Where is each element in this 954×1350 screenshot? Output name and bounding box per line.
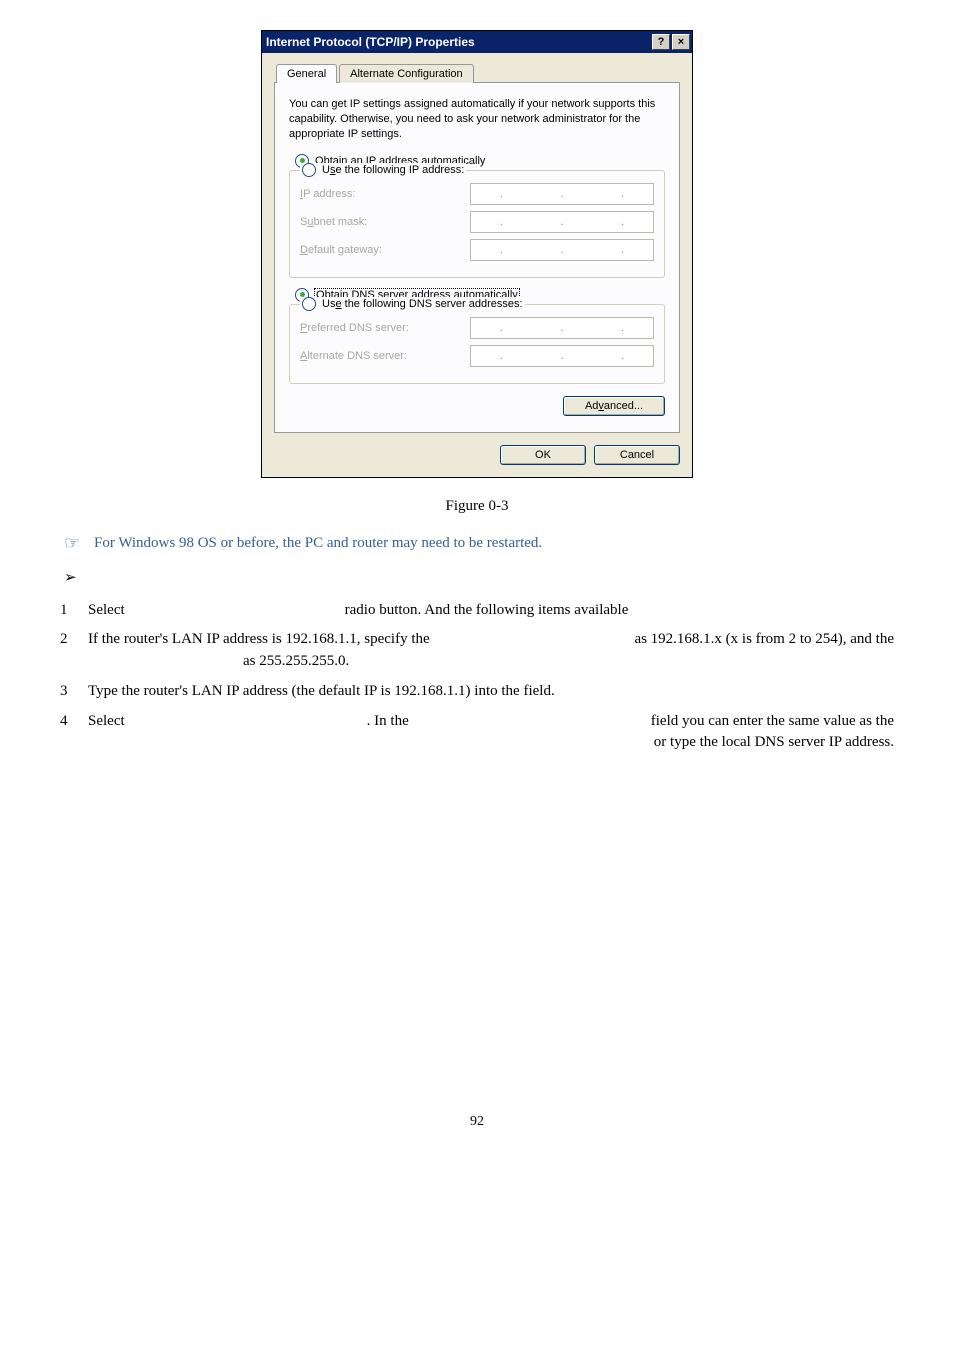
close-icon: ×: [678, 36, 684, 48]
label-default-gateway: Default gateway:: [300, 244, 470, 256]
figure-caption: Figure 0-3: [60, 498, 894, 515]
input-ip-address[interactable]: ...: [470, 183, 654, 205]
page-number: 92: [60, 1114, 894, 1130]
radio-label: Use the following DNS server addresses:: [322, 298, 523, 310]
help-button[interactable]: ?: [652, 34, 670, 50]
tcpip-properties-dialog: Internet Protocol (TCP/IP) Properties ? …: [261, 30, 693, 478]
advanced-button[interactable]: Advanced...: [563, 396, 665, 416]
tab-general[interactable]: General: [276, 64, 337, 83]
step-3: 3 Type the router's LAN IP address (the …: [60, 681, 894, 703]
tab-alternate[interactable]: Alternate Configuration: [339, 64, 474, 83]
input-preferred-dns[interactable]: ...: [470, 317, 654, 339]
step-2: 2 If the router's LAN IP address is 192.…: [60, 629, 894, 673]
arrow-bullet: ➢: [64, 568, 894, 586]
ip-manual-group: Use the following IP address: IP address…: [289, 170, 665, 278]
dialog-description: You can get IP settings assigned automat…: [289, 97, 665, 142]
dns-manual-group: Use the following DNS server addresses: …: [289, 304, 665, 384]
input-subnet-mask[interactable]: ...: [470, 211, 654, 233]
step-1: 1 Selectradio button. And the following …: [60, 600, 894, 622]
label-ip-address: IP address:: [300, 188, 470, 200]
question-icon: ?: [658, 36, 665, 48]
label-subnet-mask: Subnet mask:: [300, 216, 470, 228]
ok-button[interactable]: OK: [500, 445, 586, 465]
radio-unselected-icon: [302, 297, 316, 311]
radio-use-following-dns[interactable]: Use the following DNS server addresses:: [300, 297, 525, 311]
note-row: ☞ For Windows 98 OS or before, the PC an…: [60, 533, 894, 554]
note-text: For Windows 98 OS or before, the PC and …: [94, 533, 894, 552]
pointing-hand-icon: ☞: [60, 533, 94, 554]
dialog-title: Internet Protocol (TCP/IP) Properties: [266, 35, 650, 49]
cancel-button[interactable]: Cancel: [594, 445, 680, 465]
label-alternate-dns: Alternate DNS server:: [300, 350, 470, 362]
radio-unselected-icon: [302, 163, 316, 177]
label-preferred-dns: Preferred DNS server:: [300, 322, 470, 334]
dialog-titlebar: Internet Protocol (TCP/IP) Properties ? …: [262, 31, 692, 53]
radio-label: Use the following IP address:: [322, 164, 464, 176]
input-alternate-dns[interactable]: ...: [470, 345, 654, 367]
step-4: 4 Select . In the field you can enter th…: [60, 711, 894, 755]
radio-use-following-ip[interactable]: Use the following IP address:: [300, 163, 466, 177]
input-default-gateway[interactable]: ...: [470, 239, 654, 261]
close-button[interactable]: ×: [672, 34, 690, 50]
